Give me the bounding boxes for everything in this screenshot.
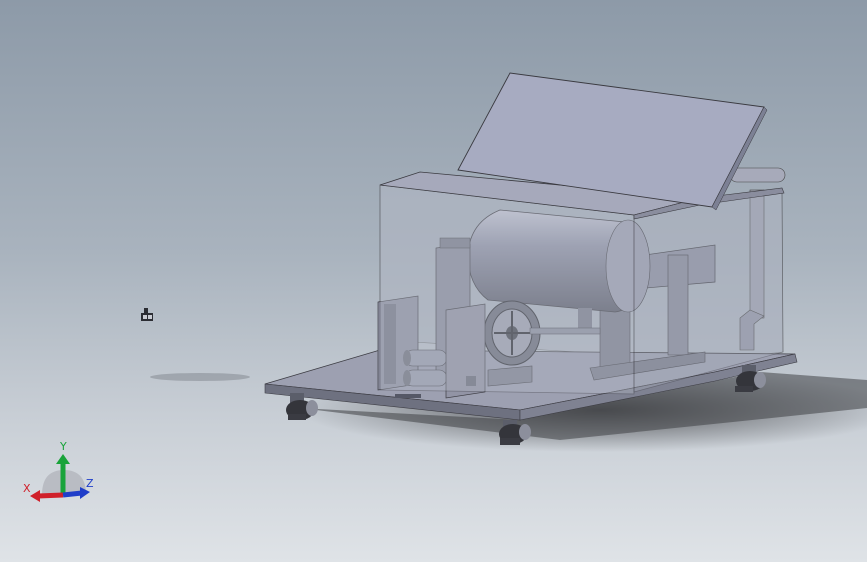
triad-x-axis xyxy=(37,492,64,499)
ground-shadow-left xyxy=(150,373,250,381)
pipe-horizontal xyxy=(729,167,786,183)
triad-z-label: Z xyxy=(86,477,94,490)
coordinate-triad-icon[interactable]: Y X Z xyxy=(20,440,100,510)
origin-marker-icon[interactable] xyxy=(138,306,158,324)
front-glass-panel xyxy=(379,184,635,395)
triad-y-arrow xyxy=(56,454,70,464)
cad-assembly-model[interactable] xyxy=(0,0,867,562)
graphics-viewport[interactable]: Y X Z xyxy=(0,0,867,562)
base-slot xyxy=(395,394,421,398)
triad-x-arrow xyxy=(30,490,40,502)
triad-z-axis xyxy=(62,490,83,498)
triad-y-label: Y xyxy=(59,440,67,453)
triad-x-label: X xyxy=(23,482,31,495)
